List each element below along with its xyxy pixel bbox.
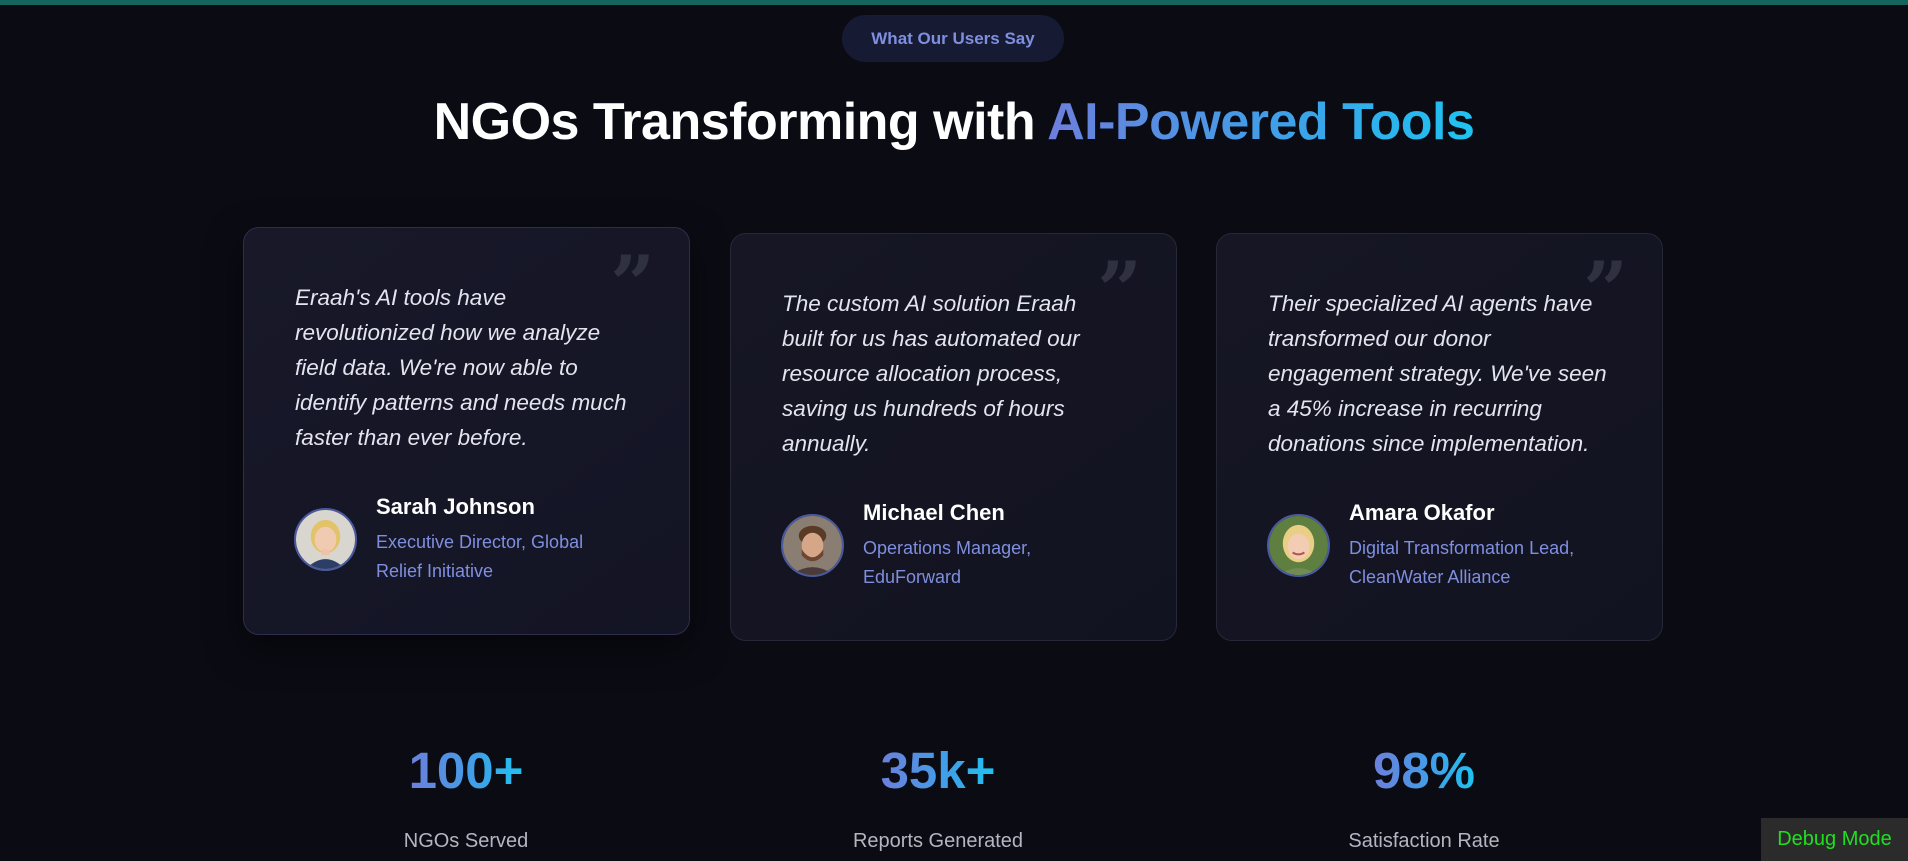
- stat-label: Satisfaction Rate: [1348, 830, 1500, 852]
- debug-mode-label: Debug Mode: [1777, 828, 1892, 850]
- stat-ngos-served: 100+ NGOs Served: [306, 745, 626, 853]
- avatar: [781, 514, 844, 577]
- top-accent-bar: [0, 0, 1908, 5]
- testimonial-author-name: Amara Okafor: [1349, 500, 1495, 525]
- testimonial-quote: Their specialized AI agents have transfo…: [1268, 291, 1607, 456]
- testimonial-card: ” The custom AI solution Eraah built for…: [730, 233, 1177, 641]
- testimonial-author-role: Digital Transformation Lead, CleanWater …: [1349, 538, 1575, 587]
- section-badge-label: What Our Users Say: [871, 28, 1035, 48]
- stat-value: 98%: [1372, 742, 1476, 799]
- testimonial-author-name: Sarah Johnson: [376, 494, 535, 519]
- avatar-man-icon: [783, 516, 842, 575]
- debug-mode-button[interactable]: Debug Mode: [1761, 818, 1908, 861]
- headline-accent: AI-Powered Tools: [1047, 93, 1475, 151]
- stat-label: Reports Generated: [852, 830, 1024, 852]
- testimonial-author-role: Operations Manager, EduForward: [863, 538, 1032, 587]
- section-headline: NGOs Transforming with AI-Powered Tools: [0, 92, 1908, 152]
- headline-main: NGOs Transforming with: [433, 93, 1048, 151]
- testimonial-card: ” Eraah's AI tools have revolutionized h…: [243, 227, 690, 635]
- testimonial-card: ” Their specialized AI agents have trans…: [1216, 233, 1663, 641]
- stat-value: 35k+: [880, 742, 996, 799]
- stat-satisfaction-rate: 98% Satisfaction Rate: [1264, 745, 1584, 853]
- testimonial-author-name: Michael Chen: [863, 500, 1005, 525]
- testimonial-quote: Eraah's AI tools have revolutionized how…: [295, 285, 627, 450]
- testimonial-author-role: Executive Director, Global Relief Initia…: [376, 532, 584, 581]
- stat-label: NGOs Served: [403, 830, 529, 852]
- avatar: [294, 508, 357, 571]
- avatar-woman-icon: [296, 510, 355, 569]
- avatar: [1267, 514, 1330, 577]
- testimonial-quote: The custom AI solution Eraah built for u…: [782, 291, 1080, 456]
- avatar-woman-icon: [1269, 516, 1328, 575]
- section-badge: What Our Users Say: [842, 15, 1064, 62]
- stat-value: 100+: [408, 742, 524, 799]
- stat-reports-generated: 35k+ Reports Generated: [778, 745, 1098, 853]
